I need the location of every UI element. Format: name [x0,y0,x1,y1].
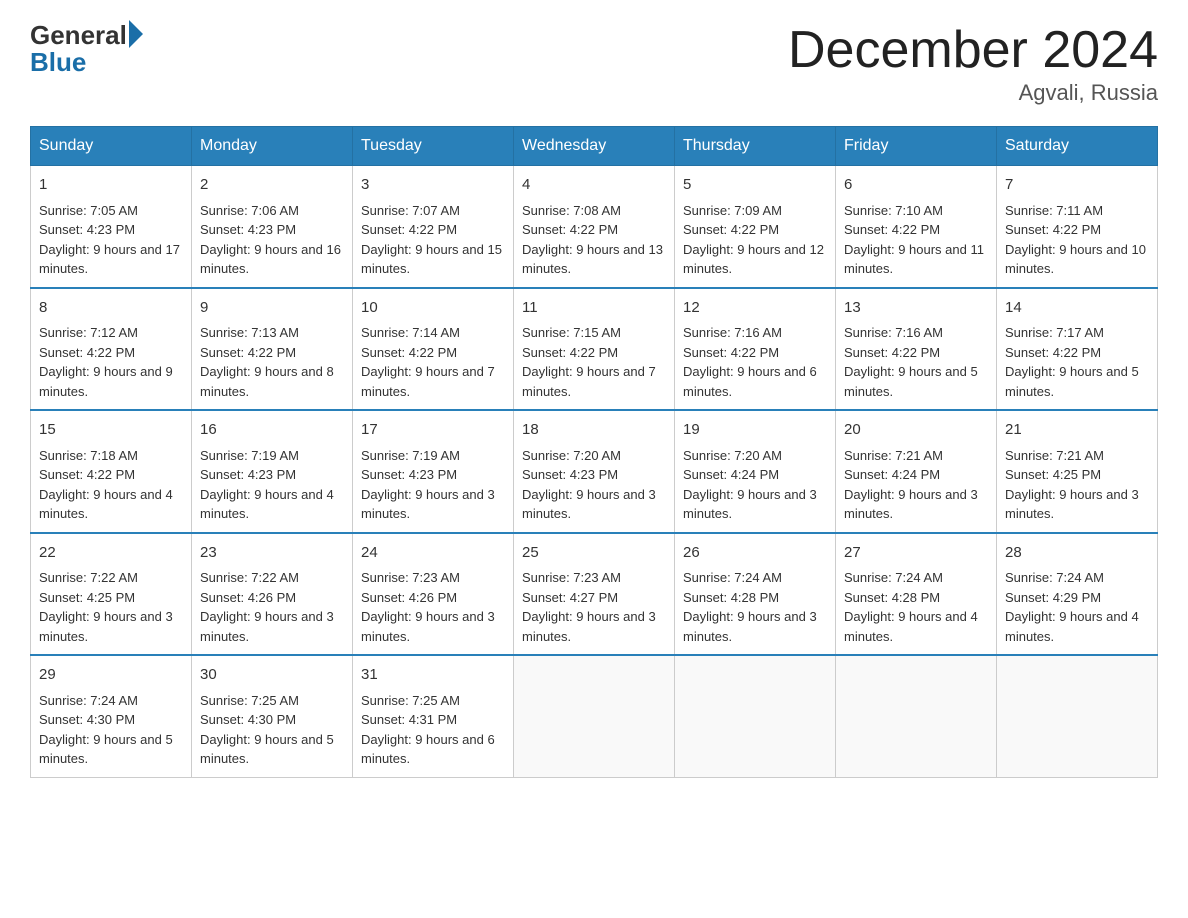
calendar-header-row: Sunday Monday Tuesday Wednesday Thursday… [31,127,1158,166]
table-row: 15 Sunrise: 7:18 AM Sunset: 4:22 PM Dayl… [31,410,192,533]
table-row: 8 Sunrise: 7:12 AM Sunset: 4:22 PM Dayli… [31,288,192,411]
table-row [997,655,1158,777]
table-row: 7 Sunrise: 7:11 AM Sunset: 4:22 PM Dayli… [997,166,1158,288]
table-row [675,655,836,777]
table-row: 14 Sunrise: 7:17 AM Sunset: 4:22 PM Dayl… [997,288,1158,411]
table-row: 31 Sunrise: 7:25 AM Sunset: 4:31 PM Dayl… [353,655,514,777]
table-row: 30 Sunrise: 7:25 AM Sunset: 4:30 PM Dayl… [192,655,353,777]
table-row: 29 Sunrise: 7:24 AM Sunset: 4:30 PM Dayl… [31,655,192,777]
table-row: 23 Sunrise: 7:22 AM Sunset: 4:26 PM Dayl… [192,533,353,656]
col-sunday: Sunday [31,127,192,166]
logo-blue-text: Blue [30,47,86,78]
col-saturday: Saturday [997,127,1158,166]
table-row: 1 Sunrise: 7:05 AM Sunset: 4:23 PM Dayli… [31,166,192,288]
table-row: 27 Sunrise: 7:24 AM Sunset: 4:28 PM Dayl… [836,533,997,656]
table-row: 28 Sunrise: 7:24 AM Sunset: 4:29 PM Dayl… [997,533,1158,656]
calendar-table: Sunday Monday Tuesday Wednesday Thursday… [30,126,1158,778]
col-monday: Monday [192,127,353,166]
table-row: 13 Sunrise: 7:16 AM Sunset: 4:22 PM Dayl… [836,288,997,411]
table-row: 25 Sunrise: 7:23 AM Sunset: 4:27 PM Dayl… [514,533,675,656]
table-row: 9 Sunrise: 7:13 AM Sunset: 4:22 PM Dayli… [192,288,353,411]
table-row: 2 Sunrise: 7:06 AM Sunset: 4:23 PM Dayli… [192,166,353,288]
month-title: December 2024 [788,20,1158,80]
title-area: December 2024 Agvali, Russia [788,20,1158,106]
col-wednesday: Wednesday [514,127,675,166]
logo-arrow-icon [129,20,143,48]
table-row: 6 Sunrise: 7:10 AM Sunset: 4:22 PM Dayli… [836,166,997,288]
col-friday: Friday [836,127,997,166]
table-row: 24 Sunrise: 7:23 AM Sunset: 4:26 PM Dayl… [353,533,514,656]
col-tuesday: Tuesday [353,127,514,166]
table-row [514,655,675,777]
table-row: 10 Sunrise: 7:14 AM Sunset: 4:22 PM Dayl… [353,288,514,411]
table-row: 20 Sunrise: 7:21 AM Sunset: 4:24 PM Dayl… [836,410,997,533]
table-row: 3 Sunrise: 7:07 AM Sunset: 4:22 PM Dayli… [353,166,514,288]
table-row: 26 Sunrise: 7:24 AM Sunset: 4:28 PM Dayl… [675,533,836,656]
table-row: 21 Sunrise: 7:21 AM Sunset: 4:25 PM Dayl… [997,410,1158,533]
table-row: 16 Sunrise: 7:19 AM Sunset: 4:23 PM Dayl… [192,410,353,533]
table-row: 22 Sunrise: 7:22 AM Sunset: 4:25 PM Dayl… [31,533,192,656]
page-header: General Blue December 2024 Agvali, Russi… [30,20,1158,106]
table-row: 5 Sunrise: 7:09 AM Sunset: 4:22 PM Dayli… [675,166,836,288]
col-thursday: Thursday [675,127,836,166]
table-row: 18 Sunrise: 7:20 AM Sunset: 4:23 PM Dayl… [514,410,675,533]
table-row: 12 Sunrise: 7:16 AM Sunset: 4:22 PM Dayl… [675,288,836,411]
logo: General Blue [30,20,143,78]
table-row [836,655,997,777]
table-row: 19 Sunrise: 7:20 AM Sunset: 4:24 PM Dayl… [675,410,836,533]
table-row: 17 Sunrise: 7:19 AM Sunset: 4:23 PM Dayl… [353,410,514,533]
table-row: 11 Sunrise: 7:15 AM Sunset: 4:22 PM Dayl… [514,288,675,411]
location: Agvali, Russia [788,80,1158,106]
table-row: 4 Sunrise: 7:08 AM Sunset: 4:22 PM Dayli… [514,166,675,288]
